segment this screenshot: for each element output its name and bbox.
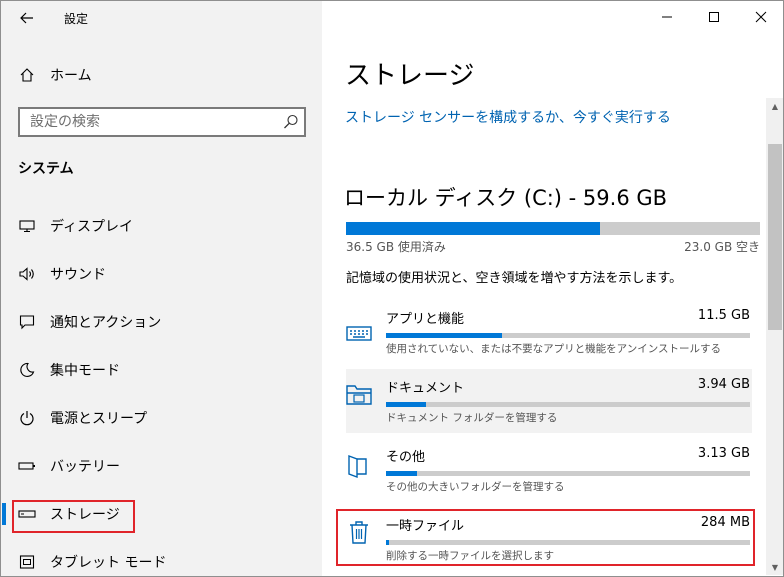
category-apps[interactable]: アプリと機能 11.5 GB 使用されていない、または不要なアプリと機能をアンイ… (346, 308, 752, 372)
category-subtext: 使用されていない、または不要なアプリと機能をアンインストールする (386, 343, 722, 355)
search-icon[interactable] (282, 113, 300, 131)
sidebar-item-sound[interactable]: サウンド (1, 254, 322, 294)
storage-highlight-box (12, 500, 135, 533)
sidebar-item-label: タブレット モード (50, 555, 167, 571)
storage-description: 記憶域の使用状況と、空き領域を増やす方法を示します。 (346, 271, 683, 286)
display-icon (18, 216, 36, 236)
sidebar-item-battery[interactable]: バッテリー (1, 446, 322, 486)
search-box[interactable] (18, 107, 306, 137)
navigation-pane: 設定 ホーム システム ディスプレイ サウンド (1, 1, 322, 576)
scrollbar-thumb[interactable] (768, 144, 782, 330)
disk-usage-bar (346, 222, 760, 235)
sidebar-item-tablet[interactable]: タブレット モード (1, 542, 322, 576)
content-pane: ストレージ ストレージ センサーを構成するか、今すぐ実行する ローカル ディスク… (322, 1, 783, 576)
scroll-down-arrow-icon[interactable]: ▼ (766, 559, 783, 575)
back-button[interactable] (15, 7, 39, 29)
speaker-icon (18, 264, 36, 284)
sidebar-item-display[interactable]: ディスプレイ (1, 206, 322, 246)
disk-title: ローカル ディスク (C:) - 59.6 GB (344, 186, 668, 210)
sidebar-item-label: バッテリー (50, 459, 120, 475)
sidebar-item-label: 電源とスリープ (50, 411, 148, 427)
maximize-icon (709, 12, 719, 22)
battery-icon (18, 456, 36, 476)
power-icon (18, 408, 36, 428)
home-icon (18, 65, 36, 85)
sidebar-item-label: ディスプレイ (50, 219, 134, 235)
sidebar-item-label: 通知とアクション (50, 315, 162, 331)
category-usage-bar (386, 402, 750, 407)
disk-usage-fill (346, 222, 600, 235)
open-folder-icon (348, 454, 367, 478)
section-heading: システム (18, 161, 74, 177)
disk-free-text: 23.0 GB 空き (684, 240, 760, 254)
sidebar-item-notifications[interactable]: 通知とアクション (1, 302, 322, 342)
sidebar-item-label: サウンド (50, 267, 106, 283)
nav-home[interactable]: ホーム (1, 55, 322, 95)
sidebar-item-power[interactable]: 電源とスリープ (1, 398, 322, 438)
category-size: 3.94 GB (697, 377, 750, 392)
category-usage-fill (386, 471, 417, 476)
category-size: 11.5 GB (697, 308, 750, 323)
keyboard-icon (346, 326, 372, 341)
minimize-icon (662, 16, 672, 18)
scroll-up-arrow-icon[interactable]: ▲ (766, 98, 783, 114)
nav-home-label: ホーム (50, 68, 92, 84)
storage-sense-link[interactable]: ストレージ センサーを構成するか、今すぐ実行する (345, 107, 671, 127)
category-usage-fill (386, 333, 503, 338)
tablet-icon (18, 552, 36, 572)
category-usage-fill (386, 402, 427, 407)
page-title: ストレージ (345, 61, 475, 91)
settings-window: 設定 ホーム システム ディスプレイ サウンド (0, 0, 784, 577)
notification-icon (18, 312, 36, 332)
category-subtext: その他の大きいフォルダーを管理する (386, 481, 565, 493)
window-title: 設定 (64, 12, 89, 26)
documents-folder-icon (346, 385, 372, 405)
temp-files-highlight-box (336, 509, 755, 566)
search-input[interactable] (20, 109, 270, 135)
category-usage-bar (386, 471, 750, 476)
disk-used-text: 36.5 GB 使用済み (346, 240, 446, 254)
category-subtext: ドキュメント フォルダーを管理する (386, 412, 558, 424)
content-scrollbar[interactable]: ▲ ▼ (766, 98, 783, 575)
sidebar-item-focus-assist[interactable]: 集中モード (1, 350, 322, 390)
category-usage-bar (386, 333, 750, 338)
back-arrow-icon (20, 12, 33, 24)
category-name: ドキュメント (386, 381, 465, 396)
category-other[interactable]: その他 3.13 GB その他の大きいフォルダーを管理する (346, 446, 752, 510)
minimize-button[interactable] (644, 1, 690, 33)
category-name: その他 (386, 450, 426, 465)
sidebar-item-label: 集中モード (50, 363, 120, 379)
maximize-button[interactable] (691, 1, 737, 33)
category-name: アプリと機能 (386, 312, 465, 327)
close-button[interactable] (738, 1, 783, 33)
close-icon (755, 11, 767, 23)
moon-icon (18, 360, 36, 380)
category-documents[interactable]: ドキュメント 3.94 GB ドキュメント フォルダーを管理する (346, 369, 752, 433)
category-size: 3.13 GB (697, 446, 750, 461)
